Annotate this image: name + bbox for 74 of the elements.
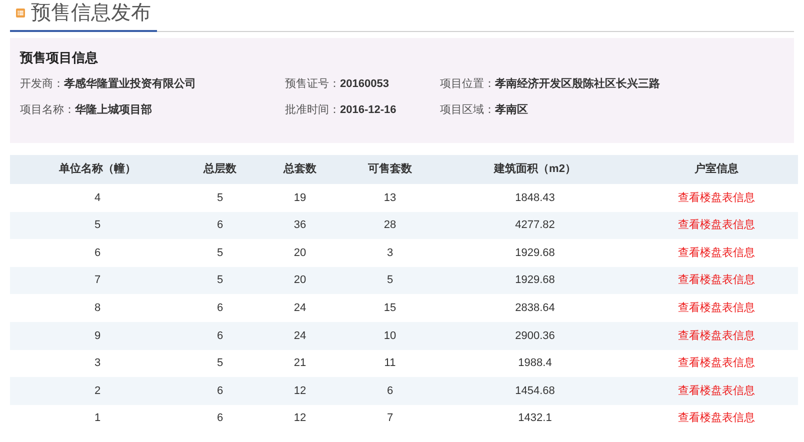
field-value: 2016-12-16	[340, 103, 396, 118]
column-header: 可售套数	[368, 163, 412, 176]
table-cell: 3	[94, 357, 101, 370]
table-cell: 1454.68	[515, 384, 555, 397]
table-cell: 5	[386, 274, 394, 286]
column-header: 总层数	[204, 163, 236, 176]
table-cell: 6	[216, 330, 224, 342]
table-cell: 2838.64	[515, 302, 555, 314]
table-cell: 5	[216, 357, 224, 370]
table-cell: 15	[384, 302, 396, 314]
field-value: 华隆上城项目部	[75, 102, 152, 118]
table-cell: 6	[216, 302, 224, 314]
field-value: 孝南区	[495, 102, 528, 118]
table-cell: 8	[94, 302, 101, 314]
table-cell: 2	[94, 384, 101, 397]
table-cell: 6	[216, 384, 224, 397]
field-value: 孝感华隆置业投资有限公司	[64, 76, 196, 92]
field-label: 项目名称：	[20, 103, 75, 118]
table-cell: 4277.82	[515, 219, 555, 232]
table-cell: 12	[294, 384, 306, 397]
view-link[interactable]: 查看楼盘表信息	[678, 330, 755, 342]
table-cell: 6	[216, 219, 224, 232]
table-cell: 5	[94, 219, 101, 232]
field-value: 孝南经济开发区殷陈社区长兴三路	[495, 76, 660, 92]
table-cell: 20	[294, 274, 306, 286]
table-cell: 13	[384, 192, 396, 204]
table-cell: 10	[384, 330, 396, 342]
field-label: 批准时间：	[285, 103, 340, 118]
field-label: 项目位置：	[440, 77, 495, 92]
field-value: 20160053	[340, 77, 389, 92]
table-cell: 7	[386, 412, 394, 424]
column-header: 单位名称（幢）	[59, 163, 136, 176]
table-cell: 1848.43	[515, 192, 555, 204]
view-link[interactable]: 查看楼盘表信息	[678, 219, 755, 232]
table-cell: 4	[94, 192, 101, 204]
table-cell: 6	[216, 412, 224, 424]
table-cell: 5	[216, 192, 224, 204]
page-title: 预售信息发布	[31, 1, 151, 25]
table-cell: 1929.68	[515, 274, 555, 286]
table-cell: 6	[94, 246, 101, 259]
view-link[interactable]: 查看楼盘表信息	[678, 192, 755, 204]
view-link[interactable]: 查看楼盘表信息	[678, 246, 755, 259]
field-label: 项目区域：	[440, 103, 495, 118]
table-cell: 24	[294, 330, 306, 342]
table-cell: 24	[294, 302, 306, 314]
field-label: 开发商：	[20, 76, 64, 92]
table-cell: 9	[94, 330, 101, 342]
view-link[interactable]: 查看楼盘表信息	[678, 357, 755, 370]
table-cell: 1929.68	[515, 246, 555, 259]
table-cell: 36	[294, 219, 306, 232]
view-link[interactable]: 查看楼盘表信息	[678, 384, 755, 397]
view-link[interactable]: 查看楼盘表信息	[678, 302, 755, 314]
field-label: 预售证号：	[285, 77, 340, 92]
table-cell: 1988.4	[518, 357, 552, 370]
table-cell: 21	[294, 357, 306, 370]
table-cell: 5	[216, 246, 224, 259]
table-cell: 19	[294, 192, 306, 204]
table-cell: 1432.1	[518, 412, 552, 424]
view-link[interactable]: 查看楼盘表信息	[678, 412, 755, 424]
table-cell: 1	[94, 412, 101, 424]
table-cell: 6	[386, 384, 394, 397]
table-cell: 20	[294, 246, 306, 259]
section-title: 预售项目信息	[20, 49, 99, 67]
table-cell: 3	[386, 246, 394, 259]
table-cell: 7	[94, 274, 101, 286]
table-cell: 11	[384, 357, 396, 370]
table-cell: 5	[216, 274, 224, 286]
table-cell: 28	[384, 219, 396, 232]
table-cell: 2900.36	[515, 330, 555, 342]
column-header: 户室信息	[694, 163, 738, 176]
column-header: 总套数	[284, 163, 316, 176]
view-link[interactable]: 查看楼盘表信息	[678, 274, 755, 286]
table-cell: 12	[294, 412, 306, 424]
column-header: 建筑面积（m2）	[494, 163, 576, 176]
